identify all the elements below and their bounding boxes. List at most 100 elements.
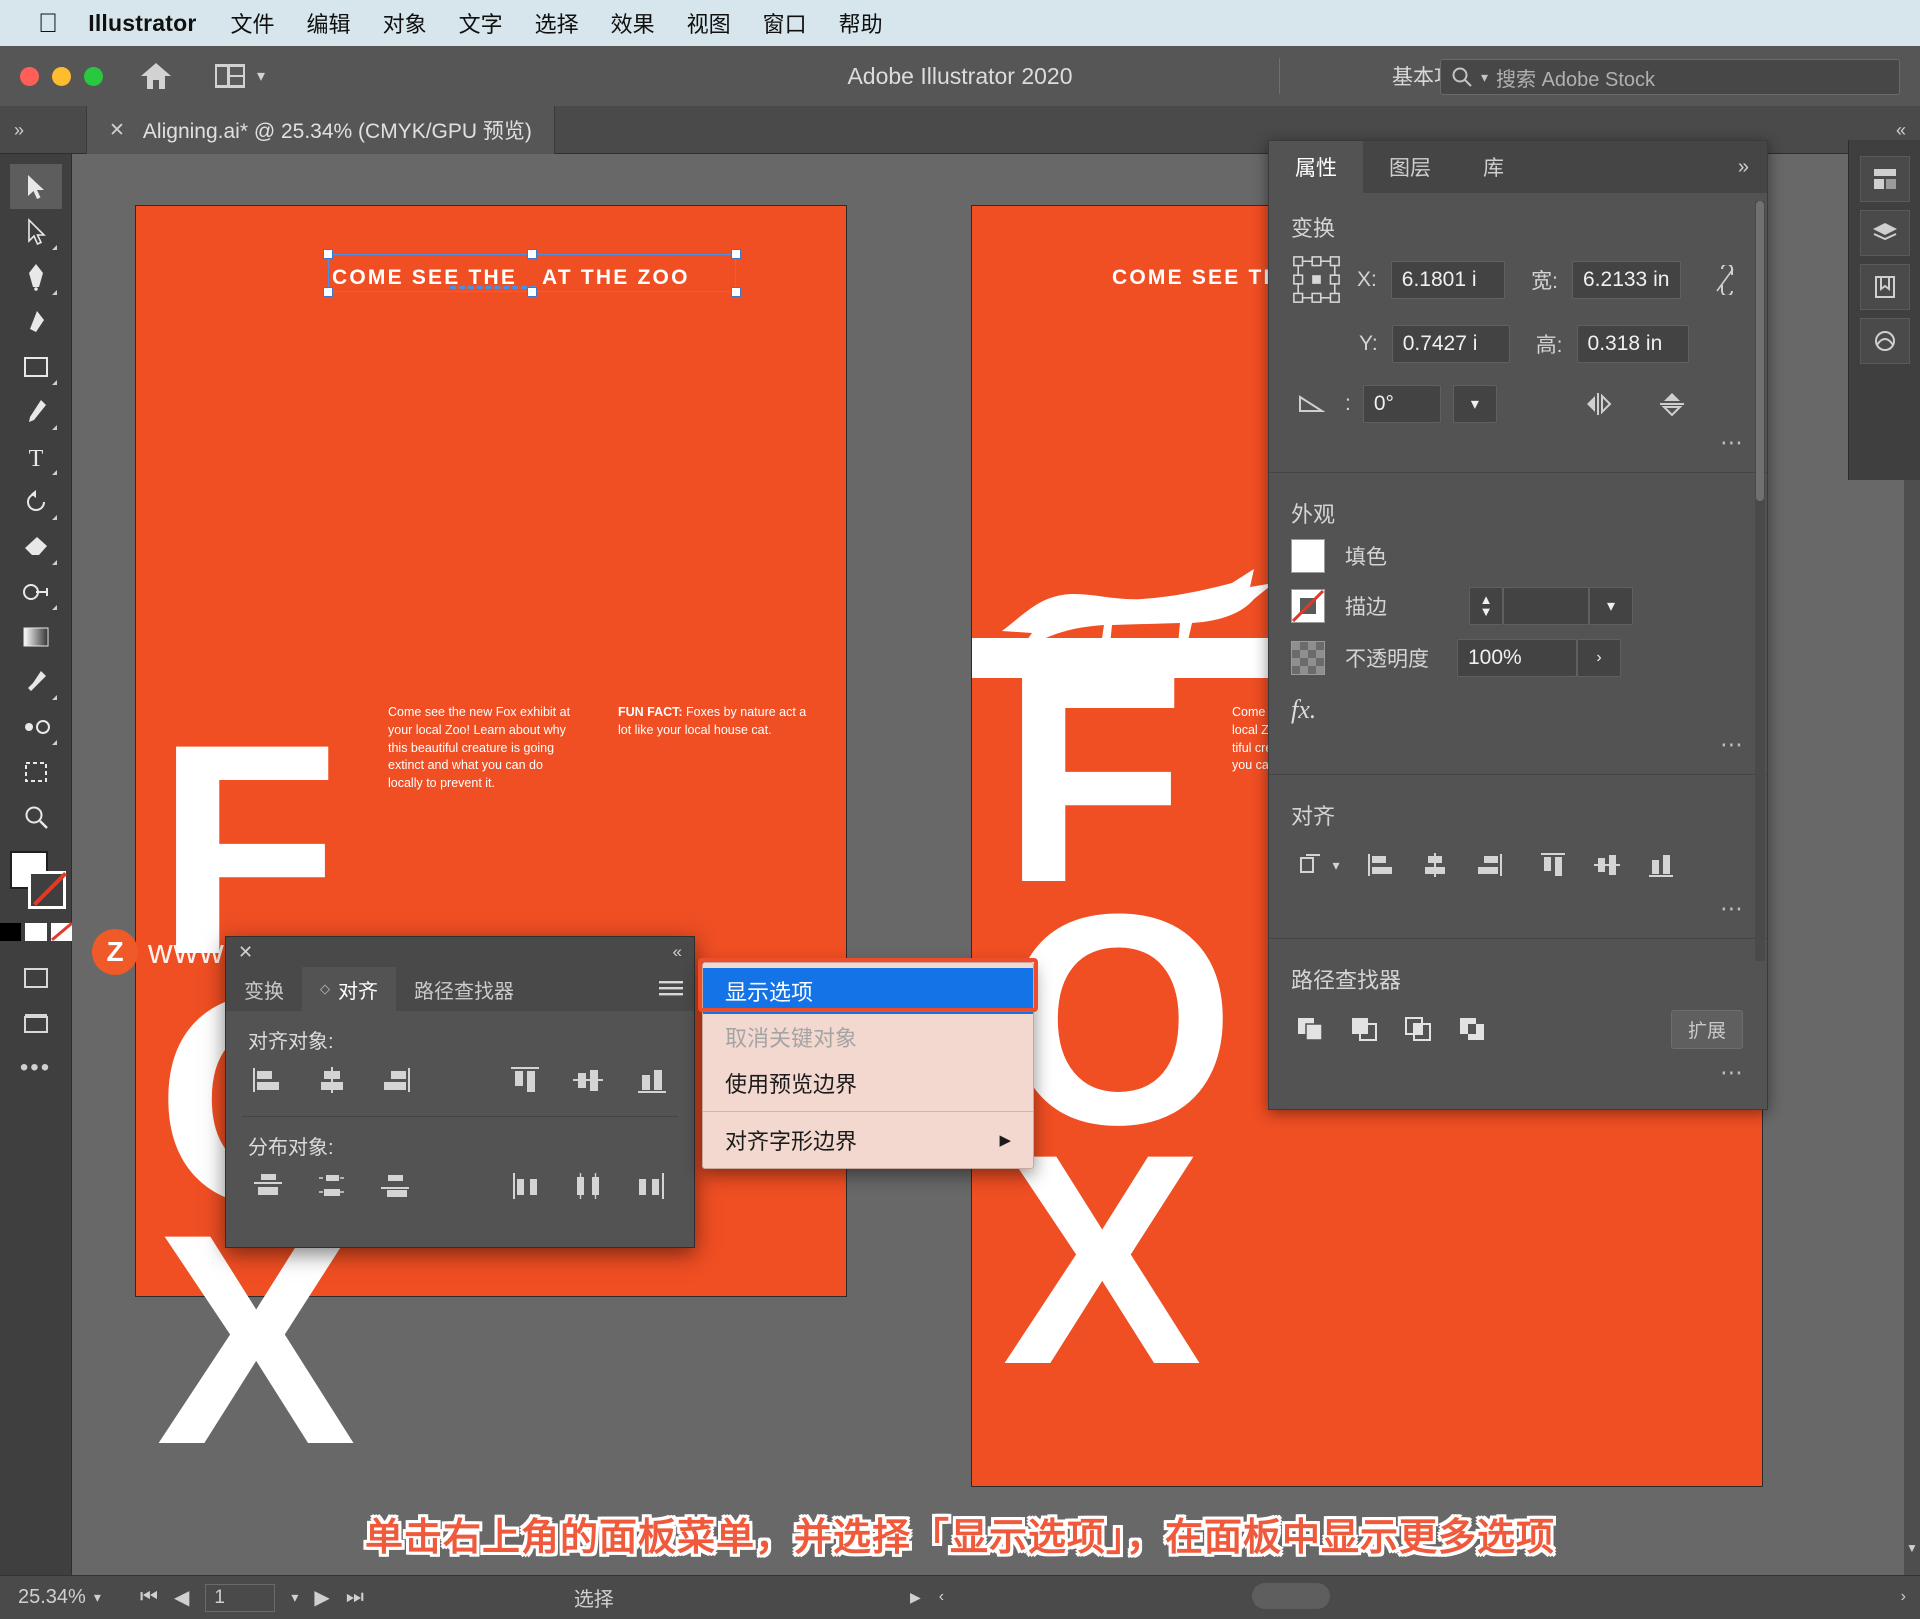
selection-handle[interactable] <box>323 249 333 259</box>
transform-width-field[interactable]: 6.2133 in <box>1572 261 1681 299</box>
stroke-weight-field[interactable] <box>1503 587 1589 625</box>
tab-align[interactable]: ◇ 对齐 <box>302 967 396 1011</box>
gradient-swatch-icon[interactable] <box>24 923 47 941</box>
horizontal-scrollbar[interactable]: ▶ ‹ › <box>900 1575 1920 1619</box>
align-left-icon[interactable] <box>248 1060 288 1100</box>
menu-item-select[interactable]: 选择 <box>535 7 579 39</box>
align-top-icon[interactable] <box>1533 847 1573 883</box>
zoom-window-button[interactable] <box>84 66 103 86</box>
exclude-icon[interactable] <box>1453 1011 1493 1047</box>
menu-item-window[interactable]: 窗口 <box>763 7 807 39</box>
align-panel-header[interactable]: ✕ « <box>226 937 694 967</box>
more-tools[interactable]: ••• <box>10 1045 62 1090</box>
transform-more-options-icon[interactable]: ⋯ <box>1269 423 1767 466</box>
menu-item-type[interactable]: 文字 <box>459 7 503 39</box>
home-icon[interactable] <box>139 60 173 92</box>
selection-handle[interactable] <box>731 249 741 259</box>
chevron-down-icon[interactable]: ▾ <box>291 1589 298 1606</box>
screen-mode-tool[interactable] <box>10 955 62 1000</box>
chevron-down-icon[interactable]: ▾ <box>1589 587 1633 625</box>
gradient-tool[interactable] <box>10 614 62 659</box>
selection-handle[interactable] <box>731 287 741 297</box>
fx-button[interactable]: fx. <box>1291 695 1316 725</box>
align-to-selection-icon[interactable]: ▾ <box>1291 847 1347 883</box>
distribute-vertical-bottom-icon[interactable] <box>375 1166 415 1206</box>
chevrons-left-icon[interactable]: « <box>673 942 682 962</box>
distribute-horizontal-left-icon[interactable] <box>505 1166 545 1206</box>
zoom-tool[interactable] <box>10 794 62 839</box>
tab-libraries[interactable]: 库 <box>1457 141 1530 193</box>
rectangle-tool[interactable] <box>10 344 62 389</box>
next-artboard-icon[interactable]: ▶ <box>314 1585 329 1610</box>
fill-swatch-icon[interactable] <box>1291 539 1325 573</box>
tab-layers[interactable]: 图层 <box>1363 141 1457 193</box>
expand-button[interactable]: 扩展 <box>1670 1009 1743 1049</box>
align-top-icon[interactable] <box>505 1060 545 1100</box>
menu-item-edit[interactable]: 编辑 <box>307 7 351 39</box>
tab-pathfinder[interactable]: 路径查找器 <box>396 967 532 1011</box>
opacity-field[interactable]: 100% <box>1457 639 1577 677</box>
unlink-proportions-icon[interactable] <box>1705 261 1745 299</box>
direct-selection-tool[interactable] <box>10 209 62 254</box>
document-tab[interactable]: ✕ Aligning.ai* @ 25.34% (CMYK/GPU 预览) <box>86 106 555 154</box>
menu-item-view[interactable]: 视图 <box>687 7 731 39</box>
brushes-rail-icon[interactable] <box>1859 318 1910 364</box>
menu-app-name[interactable]: Illustrator <box>88 10 196 37</box>
color-swatch-icon[interactable] <box>0 923 21 941</box>
triangle-right-icon[interactable]: ▶ <box>900 1589 931 1606</box>
distribute-vertical-center-icon[interactable] <box>312 1166 352 1206</box>
artwork-fox-letter-x[interactable]: X <box>156 1189 356 1489</box>
stroke-none-swatch-icon[interactable] <box>27 871 66 909</box>
scrollbar-thumb[interactable] <box>1252 1583 1331 1609</box>
chevron-down-icon[interactable]: ▾ <box>257 66 265 86</box>
rotate-tool[interactable] <box>10 479 62 524</box>
selection-handle[interactable] <box>527 249 537 259</box>
chevron-down-icon[interactable]: ▾ <box>1452 385 1497 423</box>
stroke-weight-stepper[interactable]: ▲ ▼ <box>1469 587 1503 625</box>
appearance-more-options-icon[interactable]: ⋯ <box>1269 725 1767 768</box>
chevron-right-icon[interactable]: › <box>1577 639 1621 677</box>
selection-handle[interactable] <box>323 287 333 297</box>
menu-item-help[interactable]: 帮助 <box>839 7 883 39</box>
curvature-tool[interactable] <box>10 299 62 344</box>
shape-builder-tool[interactable] <box>10 569 62 614</box>
fill-stroke-swatches[interactable] <box>8 851 66 913</box>
opacity-checker-icon[interactable] <box>1291 641 1325 675</box>
transform-y-field[interactable]: 0.7427 i <box>1391 325 1510 363</box>
align-bottom-icon[interactable] <box>632 1060 672 1100</box>
chevron-down-icon[interactable]: ▾ <box>1481 69 1488 86</box>
minimize-window-button[interactable] <box>52 66 71 86</box>
prev-artboard-icon[interactable]: ◀ <box>174 1585 189 1610</box>
artwork-body-right[interactable]: FUN FACT: Foxes by nature act a lot like… <box>618 704 808 740</box>
menu-item-use-preview-bounds[interactable]: 使用预览边界 <box>703 1060 1033 1106</box>
align-vertical-center-icon[interactable] <box>569 1060 609 1100</box>
last-artboard-icon[interactable]: ⏭ <box>346 1586 364 1609</box>
menu-item-align-glyph-bounds[interactable]: 对齐字形边界 ▶ <box>703 1117 1033 1163</box>
menu-item-file[interactable]: 文件 <box>231 7 275 39</box>
color-mode-swatches[interactable] <box>0 923 73 941</box>
rotation-angle-field[interactable]: 0° <box>1362 385 1441 423</box>
apple-icon[interactable]:  <box>38 9 58 37</box>
artboard-number-field[interactable]: 1 <box>205 1583 276 1612</box>
stroke-none-swatch-icon[interactable] <box>1291 589 1325 623</box>
distribute-horizontal-center-icon[interactable] <box>569 1166 609 1206</box>
align-left-icon[interactable] <box>1361 847 1401 883</box>
scrollbar-thumb[interactable] <box>1756 201 1764 501</box>
panel-menu-icon[interactable] <box>648 967 694 1011</box>
scrollbar-track[interactable] <box>952 1575 1887 1619</box>
tab-properties[interactable]: 属性 <box>1269 141 1363 193</box>
selection-tool[interactable] <box>9 164 62 209</box>
align-right-icon[interactable] <box>1469 847 1509 883</box>
paintbrush-tool[interactable] <box>10 389 62 434</box>
type-tool[interactable]: T <box>10 434 62 479</box>
menu-item-cancel-key-object[interactable]: 取消关键对象 <box>703 1014 1033 1060</box>
chevron-down-icon[interactable]: ▾ <box>1332 857 1339 874</box>
transform-x-field[interactable]: 6.1801 i <box>1390 261 1506 299</box>
pen-tool[interactable] <box>10 254 62 299</box>
menu-item-effect[interactable]: 效果 <box>611 7 655 39</box>
eyedropper-tool[interactable] <box>10 659 62 704</box>
align-right-icon[interactable] <box>375 1060 415 1100</box>
chevron-down-icon[interactable]: ▾ <box>94 1589 101 1606</box>
arrange-documents-icon[interactable]: ▾ <box>215 64 265 88</box>
align-bottom-icon[interactable] <box>1641 847 1681 883</box>
